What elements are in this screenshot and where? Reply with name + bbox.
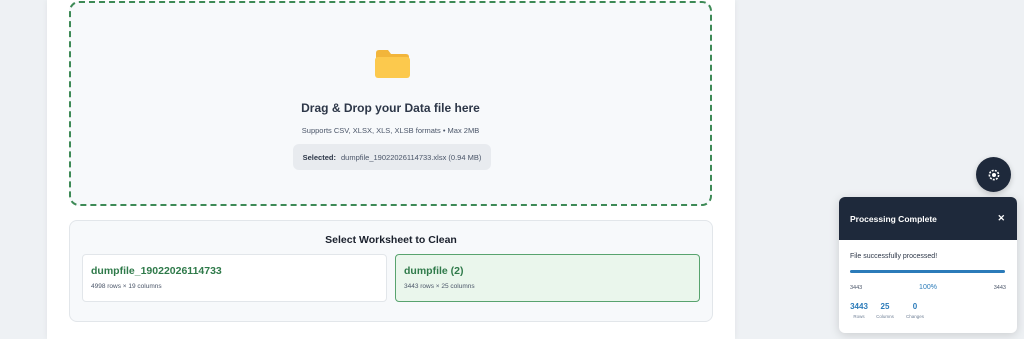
stat-columns: 25 Columns	[874, 302, 896, 319]
folder-icon	[375, 50, 410, 78]
toast-title: Processing Complete	[850, 213, 937, 224]
toast-message: File successfully processed!	[850, 253, 938, 260]
toast-header: Processing Complete ✕	[839, 197, 1017, 240]
stat-caption: Changes	[905, 314, 924, 319]
drop-subtitle: Supports CSV, XLSX, XLS, XLSB formats • …	[301, 126, 480, 135]
settings-fab-button[interactable]	[976, 157, 1011, 192]
selected-file-pill: Selected: dumpfile_19022026114733.xlsx (…	[293, 144, 491, 170]
worksheet-option-selected[interactable]: dumpfile (2) 3443 rows × 25 columns	[395, 254, 700, 302]
close-icon[interactable]: ✕	[997, 213, 1005, 224]
worksheet-meta: 3443 rows × 25 columns	[404, 283, 475, 290]
file-dropzone[interactable]: Drag & Drop your Data file here Supports…	[69, 1, 712, 206]
stat-rows: 3443 Rows	[849, 302, 869, 319]
processing-toast: Processing Complete ✕ File successfully …	[839, 197, 1017, 333]
progress-fill	[850, 270, 1005, 273]
stat-caption: Rows	[853, 314, 865, 319]
settings-gear-icon	[988, 169, 999, 180]
selected-label: Selected:	[302, 152, 336, 162]
progress-percent: 100%	[919, 284, 937, 291]
stat-changes: 0 Changes	[902, 302, 928, 319]
stat-value: 25	[880, 302, 890, 311]
stat-caption: Columns	[876, 314, 894, 319]
selected-file-name: dumpfile_19022026114733.xlsx (0.94 MB)	[340, 152, 482, 162]
worksheet-panel-title: Select Worksheet to Clean	[325, 234, 457, 246]
worksheet-meta: 4998 rows × 19 columns	[91, 283, 162, 290]
drop-title: Drag & Drop your Data file here	[301, 101, 480, 115]
worksheet-option[interactable]: dumpfile_19022026114733 4998 rows × 19 c…	[82, 254, 387, 302]
worksheet-name: dumpfile (2)	[404, 265, 464, 277]
stat-value: 0	[912, 302, 918, 311]
main-card: Drag & Drop your Data file here Supports…	[47, 0, 735, 339]
progress-bar	[850, 270, 1005, 273]
progress-total: 3443	[993, 285, 1006, 291]
stat-value: 3443	[850, 302, 868, 311]
worksheet-name: dumpfile_19022026114733	[91, 265, 222, 277]
worksheet-panel: Select Worksheet to Clean dumpfile_19022…	[69, 220, 713, 322]
